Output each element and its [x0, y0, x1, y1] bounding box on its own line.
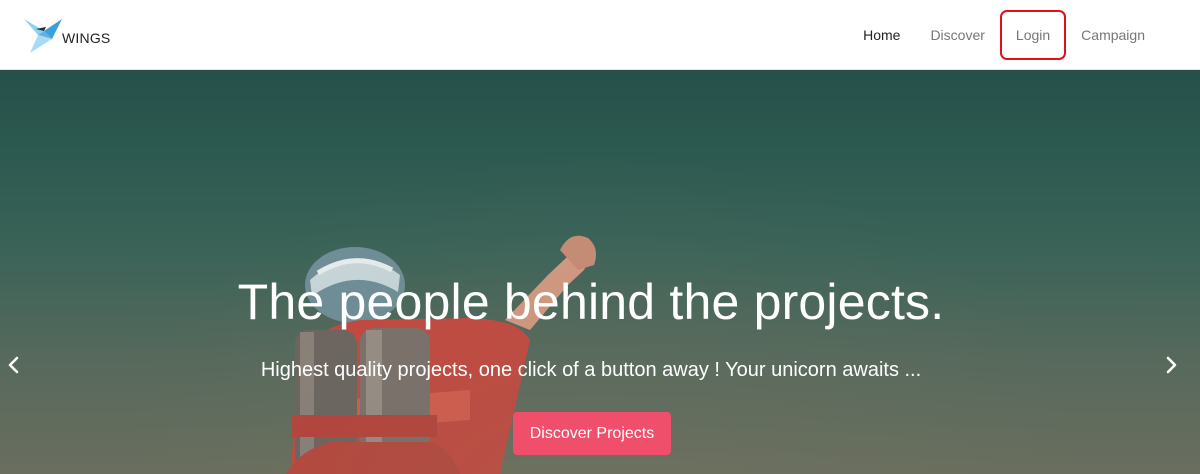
hero-subtitle: Highest quality projects, one click of a… [260, 359, 922, 381]
hero-carousel: The people behind the projects. Highest … [0, 70, 1200, 474]
discover-projects-button[interactable]: Discover Projects [513, 412, 671, 455]
carousel-prev-button[interactable] [0, 350, 28, 380]
nav-campaign[interactable]: Campaign [1066, 17, 1160, 53]
chevron-right-icon [1166, 356, 1177, 374]
brand-name: WINGS [62, 30, 111, 46]
carousel-next-button[interactable] [1157, 350, 1185, 380]
nav-discover[interactable]: Discover [915, 17, 999, 53]
hero-title: The people behind the projects. [237, 274, 945, 330]
nav-login[interactable]: Login [999, 10, 1067, 60]
chevron-left-icon [8, 356, 19, 374]
origami-bird-icon [24, 19, 62, 53]
top-navbar: WINGS Home Discover Login Campaign [0, 0, 1200, 70]
main-nav: Home Discover Login Campaign [848, 0, 1160, 70]
brand-logo-link[interactable]: WINGS [22, 12, 110, 56]
nav-home[interactable]: Home [848, 17, 915, 53]
